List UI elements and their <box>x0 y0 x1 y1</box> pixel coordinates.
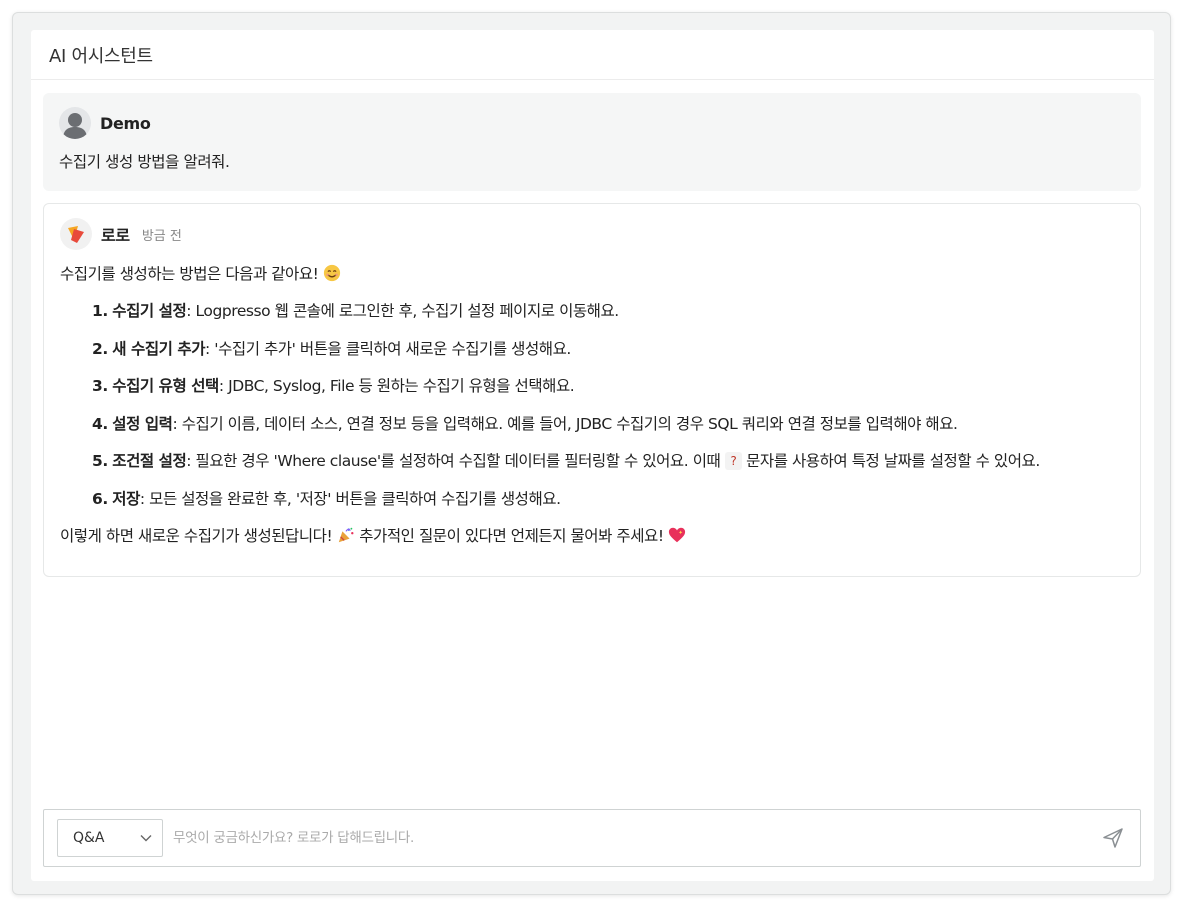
list-item: 4. 설정 입력: 수집기 이름, 데이터 소스, 연결 정보 등을 입력해요.… <box>92 410 1124 438</box>
step-text: : Logpresso 웹 콘솔에 로그인한 후, 수집기 설정 페이지로 이동… <box>186 302 619 320</box>
bot-message-header: 로로 방금 전 <box>60 218 1124 250</box>
bot-message: 로로 방금 전 수집기를 생성하는 방법은 다음과 같아요! 1. 수집기 설정… <box>43 203 1141 577</box>
list-item: 2. 새 수집기 추가: '수집기 추가' 버튼을 클릭하여 새로운 수집기를 … <box>92 335 1124 363</box>
user-message: Demo 수집기 생성 방법을 알려줘. <box>43 93 1141 191</box>
mode-select-value: Q&A <box>73 830 105 846</box>
step-title: 수집기 유형 선택 <box>112 377 219 396</box>
send-icon <box>1103 828 1123 848</box>
user-silhouette-icon <box>63 113 87 139</box>
roro-logo-icon <box>68 226 84 243</box>
answer-intro: 수집기를 생성하는 방법은 다음과 같아요! <box>60 260 1124 288</box>
bot-avatar <box>60 218 92 250</box>
party-popper-icon <box>338 527 354 542</box>
panel-header: AI 어시스턴트 <box>31 30 1154 80</box>
step-title: 수집기 설정 <box>112 302 187 320</box>
step-text: : 필요한 경우 'Where clause'를 설정하여 수집할 데이터를 필… <box>186 452 721 471</box>
step-number: 4. <box>92 414 108 433</box>
user-message-header: Demo <box>59 107 1125 139</box>
answer-outro: 이렇게 하면 새로운 수집기가 생성된답니다! 추가적인 질문이 있다면 언제든… <box>60 522 1124 550</box>
list-item: 5. 조건절 설정: 필요한 경우 'Where clause'를 설정하여 수… <box>92 447 1124 475</box>
steps-list: 1. 수집기 설정: Logpresso 웹 콘솔에 로그인한 후, 수집기 설… <box>92 297 1124 513</box>
bot-message-time: 방금 전 <box>141 228 182 244</box>
chevron-down-icon <box>140 835 152 842</box>
answer-outro-text-2: 추가적인 질문이 있다면 언제든지 물어봐 주세요! <box>359 526 664 545</box>
app-window: AI 어시스턴트 Demo 수집기 생성 방법을 알려줘. 로로 방금 전 수집… <box>12 12 1171 895</box>
step-text: : '수집기 추가' 버튼을 클릭하여 새로운 수집기를 생성해요. <box>205 339 571 358</box>
step-title: 설정 입력 <box>112 414 173 433</box>
step-number: 6. <box>92 489 108 508</box>
step-text: : JDBC, Syslog, File 등 원하는 수집기 유형을 선택해요. <box>218 377 575 396</box>
panel-title: AI 어시스턴트 <box>49 45 153 67</box>
step-title: 새 수집기 추가 <box>112 339 206 358</box>
step-text: : 수집기 이름, 데이터 소스, 연결 정보 등을 입력해요. 예를 들어, … <box>172 414 958 433</box>
assistant-panel: AI 어시스턴트 Demo 수집기 생성 방법을 알려줘. 로로 방금 전 수집… <box>31 30 1154 881</box>
inline-code: ? <box>724 452 742 471</box>
prompt-input[interactable] <box>173 819 1096 857</box>
smiling-face-icon <box>323 264 341 282</box>
answer-outro-text-1: 이렇게 하면 새로운 수집기가 생성된답니다! <box>60 526 333 545</box>
step-number: 2. <box>92 339 108 358</box>
step-title: 저장 <box>112 489 140 508</box>
mode-select[interactable]: Q&A <box>57 819 163 857</box>
step-number: 1. <box>92 302 108 320</box>
sparkling-heart-icon <box>668 527 686 542</box>
step-title: 조건절 설정 <box>112 452 187 471</box>
step-text: : 모든 설정을 완료한 후, '저장' 버튼을 클릭하여 수집기를 생성해요. <box>139 489 561 508</box>
bot-author-name: 로로 <box>101 226 130 245</box>
list-item: 3. 수집기 유형 선택: JDBC, Syslog, File 등 원하는 수… <box>92 372 1124 400</box>
user-author-name: Demo <box>100 113 151 133</box>
list-item: 6. 저장: 모든 설정을 완료한 후, '저장' 버튼을 클릭하여 수집기를 … <box>92 485 1124 513</box>
step-number: 5. <box>92 452 108 471</box>
answer-intro-text: 수집기를 생성하는 방법은 다음과 같아요! <box>60 265 319 283</box>
send-button[interactable] <box>1096 821 1130 855</box>
list-item: 1. 수집기 설정: Logpresso 웹 콘솔에 로그인한 후, 수집기 설… <box>92 297 1124 325</box>
step-number: 3. <box>92 377 108 396</box>
bot-message-body: 수집기를 생성하는 방법은 다음과 같아요! 1. 수집기 설정: Logpre… <box>60 260 1124 550</box>
user-message-text: 수집기 생성 방법을 알려줘. <box>59 153 230 171</box>
user-avatar <box>59 107 91 139</box>
step-text-after: 문자를 사용하여 특정 날짜를 설정할 수 있어요. <box>746 452 1040 471</box>
chat-input-bar: Q&A <box>43 809 1141 867</box>
